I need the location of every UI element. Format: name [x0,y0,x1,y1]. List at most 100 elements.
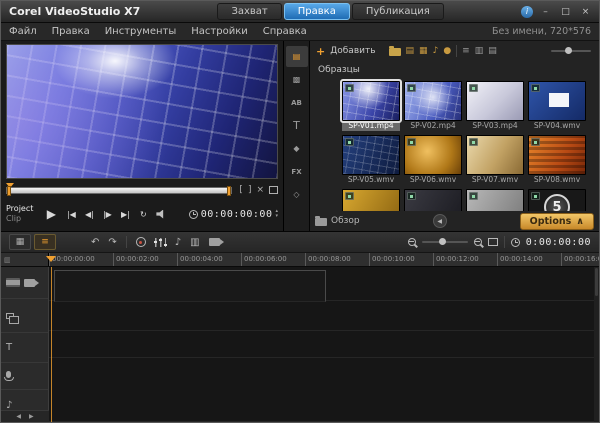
repeat-button[interactable]: ↻ [134,206,152,223]
menu-tools[interactable]: Инструменты [105,26,177,37]
thumbnail-image[interactable] [404,189,462,211]
music-track-lane[interactable] [49,358,599,422]
thumbnail-image[interactable] [342,189,400,211]
home-button[interactable]: |◀ [62,206,80,223]
nav-graphic-button[interactable]: ◆ [286,138,308,159]
voice-track-header[interactable] [1,363,48,390]
gallery-samples-item[interactable]: Образцы [318,65,360,75]
mark-in-button[interactable]: [ [239,185,243,195]
project-mode-label[interactable]: Project [6,204,33,214]
close-button[interactable]: × [578,5,593,19]
menu-settings[interactable]: Настройки [191,26,247,37]
media-thumbnail[interactable]: SP-V03.mp4 [466,81,524,131]
enlarge-preview-button[interactable] [269,186,278,194]
play-button[interactable]: ▶ [40,206,62,223]
video-track-header[interactable] [1,267,48,299]
nav-title-button[interactable]: T [286,115,308,136]
import-folder-button[interactable] [388,46,401,56]
info-icon[interactable]: i [520,5,533,18]
thumbnail-image[interactable] [466,81,524,121]
slider-knob[interactable] [438,238,446,245]
tab-share[interactable]: Публикация [351,3,444,20]
options-button[interactable]: Options ∧ [519,212,594,230]
nav-path-button[interactable]: ◇ [286,184,308,205]
end-button[interactable]: ▶| [116,206,134,223]
media-thumbnail[interactable] [342,189,400,211]
nav-media-button[interactable]: ▤ [285,46,308,67]
title-track-header[interactable]: T [1,333,48,363]
thumbnail-image[interactable] [404,81,462,121]
timecode-spinner[interactable]: ▴ ▾ [275,209,278,219]
media-thumbnail[interactable]: SP-V07.wmv [466,135,524,185]
tab-edit[interactable]: Правка [283,3,350,20]
timeline-view-button[interactable]: ≡ [34,234,56,250]
media-thumbnail[interactable]: SP-V01.mp4 [340,79,402,131]
thumbnail-image[interactable] [466,189,524,211]
collapse-panel-button[interactable]: ◀ [432,214,447,228]
nav-transition-button[interactable]: AB [286,92,308,113]
menu-file[interactable]: Файл [9,26,37,37]
media-thumbnail[interactable]: SP-V08.wmv [528,135,586,185]
list-view-button[interactable]: ≡ [462,46,470,56]
track-manager-button[interactable]: ▥ [190,237,199,248]
tab-capture[interactable]: Захват [217,3,282,20]
menu-edit[interactable]: Правка [52,26,90,37]
media-thumbnail[interactable] [466,189,524,211]
media-thumbnail[interactable]: SP-V02.mp4 [404,81,462,131]
playhead-line[interactable] [51,267,52,422]
screen-capture-button[interactable] [208,238,224,246]
show-videos-button[interactable]: ▤ [406,46,415,56]
zoom-in-button[interactable] [473,238,482,246]
auto-music-button[interactable]: ♪ [175,237,181,248]
preview-timecode[interactable]: 00:00:00:00 [201,209,273,220]
media-thumbnail[interactable]: SP-V06.wmv [404,135,462,185]
maximize-button[interactable]: □ [558,5,573,19]
show-photos-button[interactable]: ▦ [419,46,428,56]
minimize-button[interactable]: – [538,5,553,19]
overlay-track-header[interactable] [1,299,48,333]
timeline-zoom-slider[interactable] [421,238,468,245]
browse-button[interactable]: Обзор [315,216,360,226]
thumbnail-zoom-slider[interactable] [551,47,591,54]
thumbnail-view-button[interactable]: ▥ [475,46,484,56]
zoom-out-button[interactable] [407,238,416,246]
split-clip-button[interactable]: × [256,185,264,195]
undo-button[interactable]: ↶ [91,237,99,248]
tracks-scrollbar[interactable] [594,267,599,422]
volume-button[interactable] [152,206,170,223]
title-track-lane[interactable] [49,301,599,331]
nav-instant-project-button[interactable]: ▩ [286,69,308,90]
redo-button[interactable]: ↷ [108,237,116,248]
mark-out-button[interactable]: ] [248,185,252,195]
trim-handle-start[interactable] [7,185,11,196]
video-track-lane[interactable] [54,270,326,302]
media-thumbnail[interactable]: SP-V04.wmv [528,81,586,131]
timeline-timecode[interactable]: 0:00:00:00 [526,237,591,248]
thumbnail-image[interactable] [528,81,586,121]
storyboard-view-button[interactable]: ▦ [9,234,31,250]
thumbnail-image[interactable] [404,135,462,175]
timeline-ruler[interactable]: ▥ 00:00:00:00 00:00:02:00 00:00:04:00 00… [1,253,599,267]
trim-handle-end[interactable] [227,185,232,196]
record-capture-button[interactable] [135,237,146,247]
thumbnail-image[interactable]: 5 [528,189,586,211]
show-audio-button[interactable]: ♪ [433,46,439,56]
next-frame-button[interactable]: |▶ [98,206,116,223]
get-more-button[interactable]: ● [443,46,451,56]
ruler-labels[interactable]: 00:00:00:00 00:00:02:00 00:00:04:00 00:0… [49,253,599,266]
preview-scrubbar[interactable] [6,182,233,196]
menu-help[interactable]: Справка [263,26,307,37]
scroll-right-button[interactable]: ▶ [29,413,34,420]
thumbnail-image[interactable] [342,135,400,175]
detail-view-button[interactable]: ▤ [488,46,497,56]
clip-mode-label[interactable]: Clip [6,214,33,224]
media-thumbnail[interactable]: SP-V05.wmv [342,135,400,185]
scroll-left-button[interactable]: ◀ [16,413,21,420]
thumbnail-image[interactable] [528,135,586,175]
media-thumbnail[interactable] [404,189,462,211]
voice-track-lane[interactable] [49,331,599,358]
fit-project-button[interactable] [487,238,498,246]
add-gallery-button[interactable]: Добавить [330,46,375,56]
thumbnail-image[interactable] [466,135,524,175]
scrollbar-thumb[interactable] [595,268,598,296]
